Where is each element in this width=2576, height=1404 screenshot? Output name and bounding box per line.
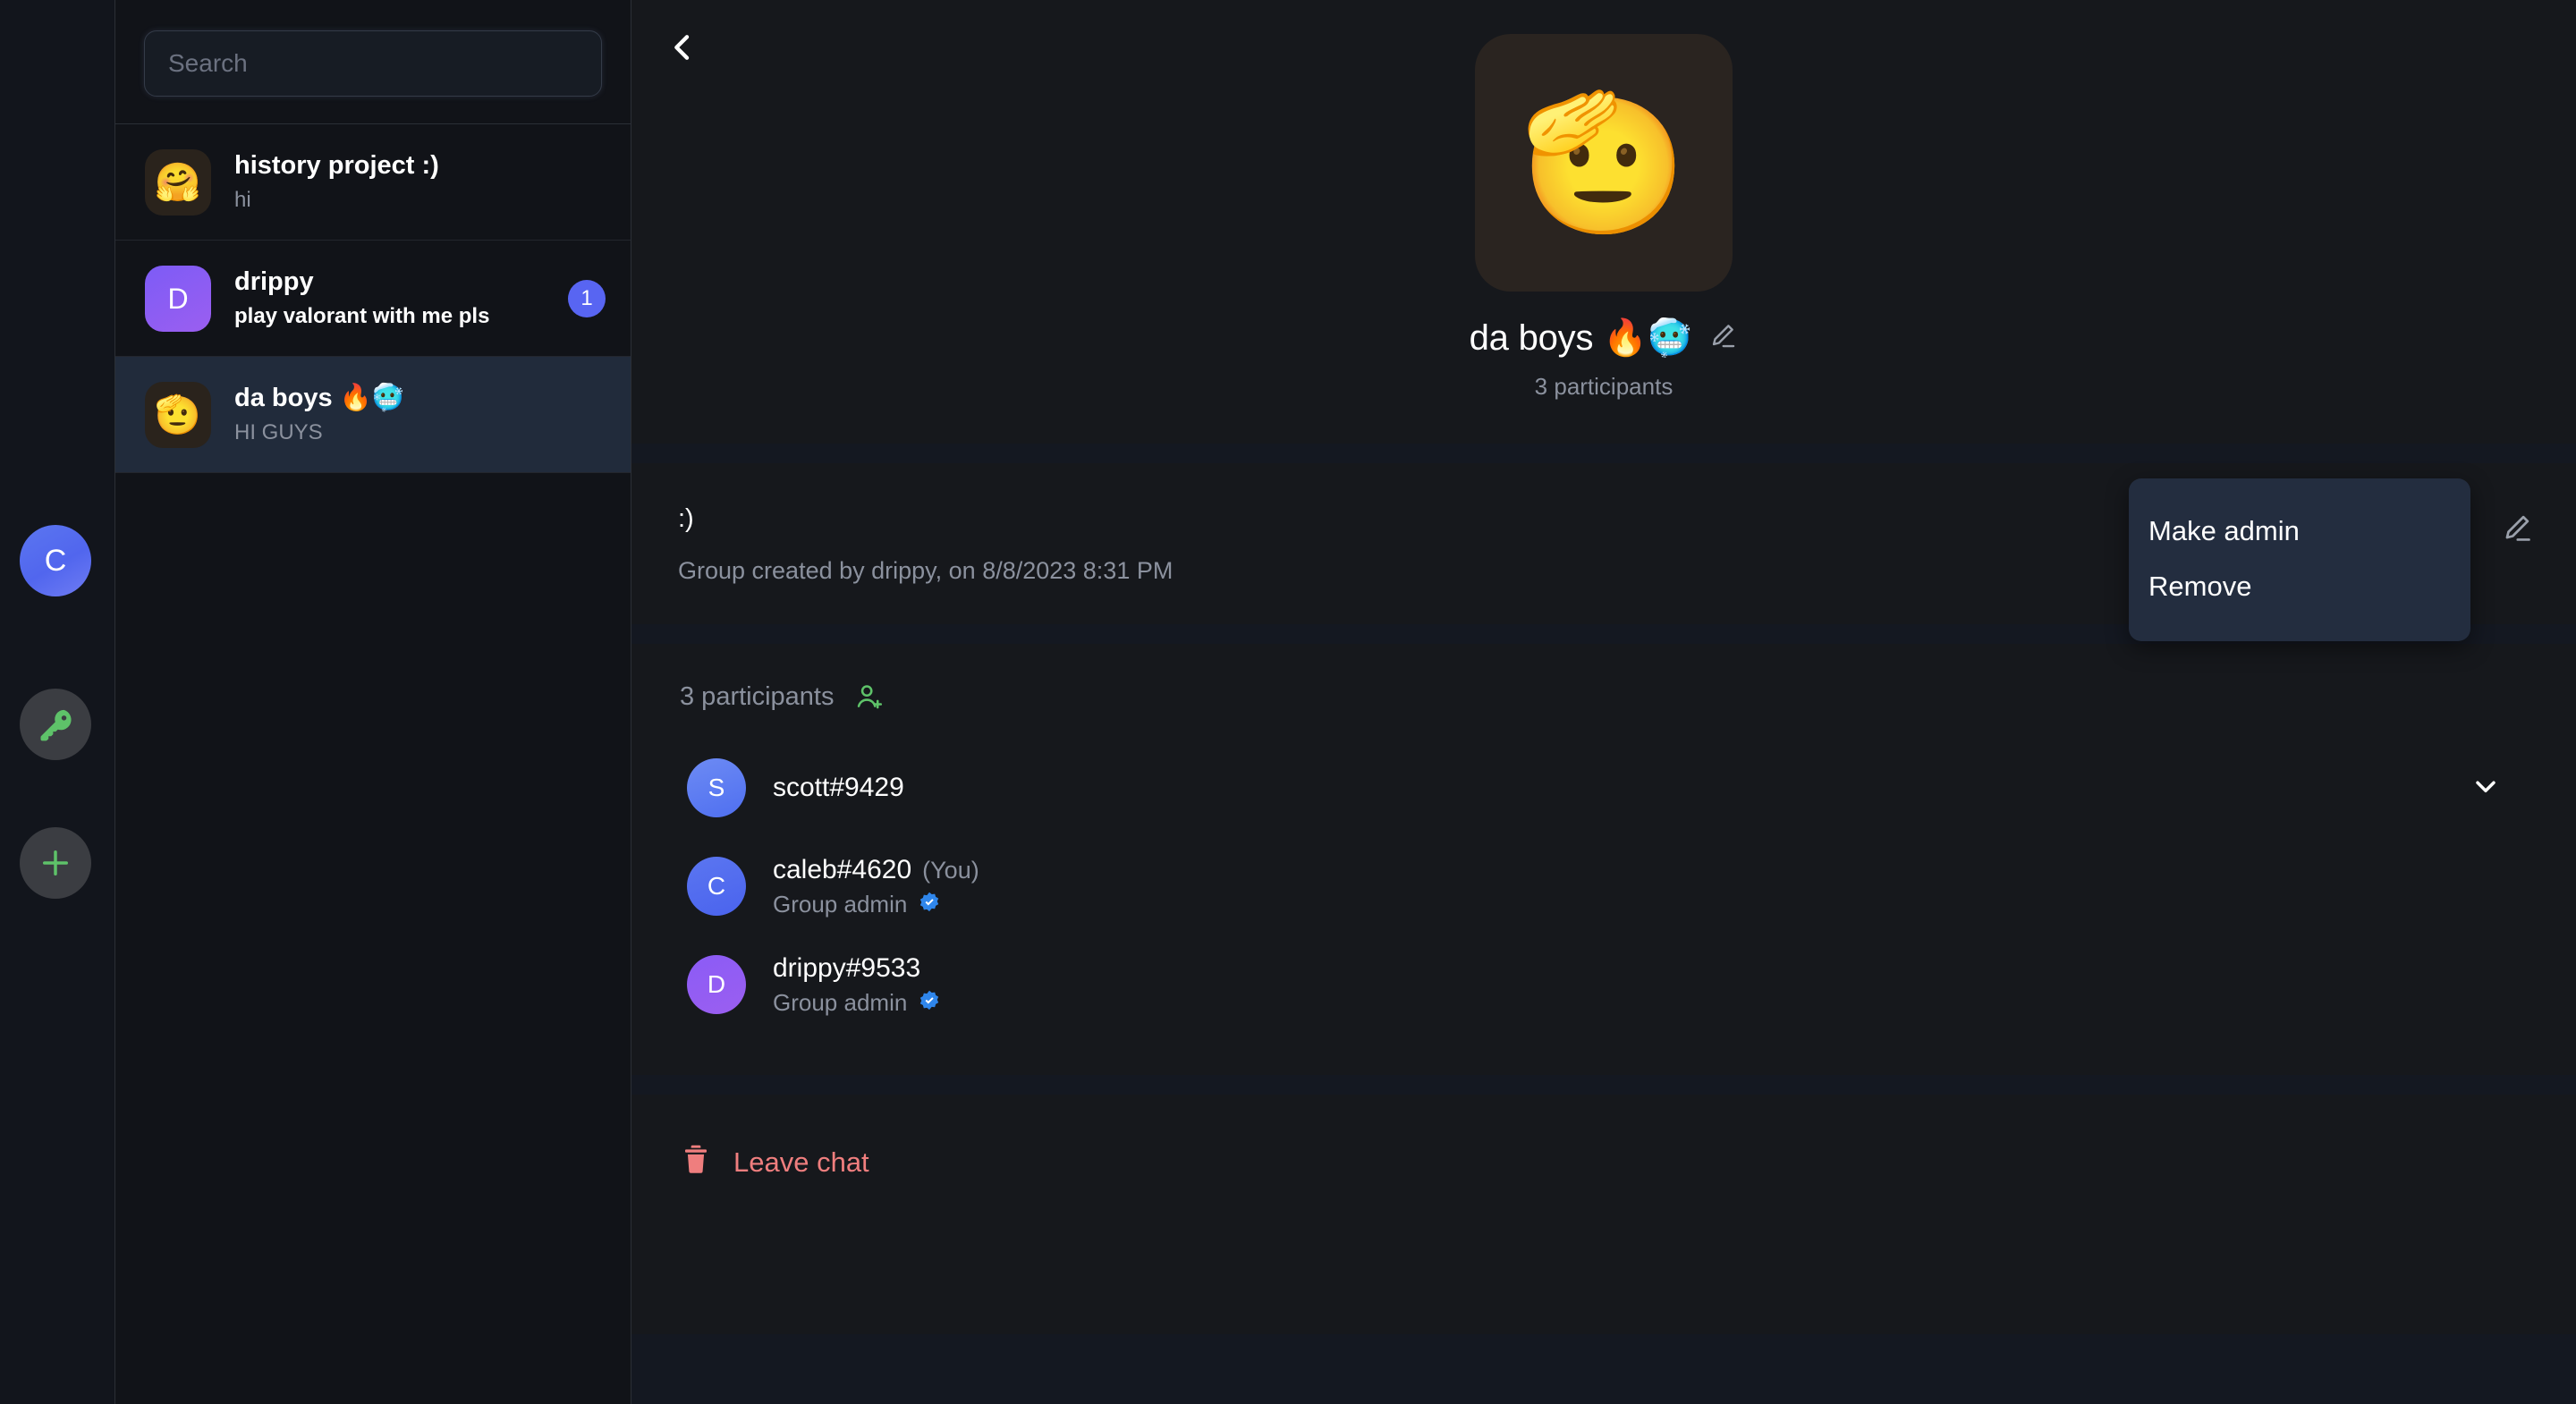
participant-name: drippy#9533 (773, 952, 921, 983)
chat-item-title: history project :) (234, 151, 439, 181)
chevron-left-icon (665, 30, 700, 70)
participant-options-button[interactable] (2462, 764, 2510, 812)
leave-chat-label: Leave chat (733, 1146, 869, 1178)
group-participants-caption: 3 participants (1534, 373, 1674, 400)
chat-avatar: 🤗 (145, 148, 211, 216)
chevron-down-icon (2470, 770, 2502, 807)
context-menu-item-make-admin[interactable]: Make admin (2129, 503, 2470, 559)
chat-avatar: 🫡 (145, 381, 211, 448)
participant-name: caleb#4620 (773, 854, 912, 884)
chat-list-item-da-boys[interactable]: 🫡 da boys 🔥🥶 HI GUYS (115, 357, 631, 473)
rail-add-button[interactable] (20, 827, 91, 899)
participant-avatar: D (687, 955, 746, 1014)
chat-item-meta: drippy play valorant with me pls (234, 266, 568, 330)
chat-item-preview: HI GUYS (234, 419, 323, 444)
participant-name-line: scott#9429 (773, 773, 904, 803)
chat-avatar: D (145, 265, 211, 332)
participant-avatar: C (687, 857, 746, 916)
key-icon (36, 705, 75, 744)
chat-avatar-initial: D (167, 282, 189, 315)
chat-item-title: da boys 🔥🥶 (234, 384, 404, 413)
participant-avatar-initial: D (707, 970, 726, 998)
chat-item-preview: hi (234, 187, 251, 212)
section-divider (631, 444, 2576, 463)
bottom-spacer (631, 1334, 2576, 1404)
chat-list-sidebar: 🤗 history project :) hi D drippy play va… (114, 0, 631, 1404)
participant-context-menu: Make admin Remove (2129, 478, 2470, 641)
participants-heading-row: 3 participants (680, 681, 2529, 712)
verified-admin-badge-icon (918, 989, 941, 1017)
participant-info: drippy#9533 Group admin (773, 953, 941, 1017)
participant-name: scott#9429 (773, 773, 904, 802)
leave-chat-section: Leave chat (631, 1095, 2576, 1188)
hugging-face-emoji-icon: 🤗 (154, 160, 202, 203)
search-input[interactable] (144, 30, 602, 97)
saluting-face-emoji-icon: 🫡 (1520, 88, 1688, 238)
participant-role: Group admin (773, 988, 908, 1016)
verified-admin-badge-icon (918, 891, 941, 918)
participant-role-line: Group admin (773, 989, 941, 1017)
rail-key-button[interactable] (20, 689, 91, 760)
group-header: 🫡 da boys 🔥🥶 3 participants (631, 0, 2576, 401)
participant-you-label: (You) (922, 856, 979, 884)
chat-list-item-drippy[interactable]: D drippy play valorant with me pls 1 (115, 241, 631, 357)
participant-avatar-initial: C (707, 872, 726, 900)
participants-list: S scott#9429 C caleb#4620 (You) Group ad… (678, 739, 2529, 1034)
participant-row-caleb[interactable]: C caleb#4620 (You) Group admin (678, 837, 2529, 935)
plus-icon (37, 844, 74, 882)
participant-row-scott[interactable]: S scott#9429 (678, 739, 2529, 837)
leave-chat-button[interactable]: Leave chat (678, 1138, 873, 1188)
chat-item-meta: da boys 🔥🥶 HI GUYS (234, 383, 606, 446)
unread-badge: 1 (568, 279, 606, 317)
back-button[interactable] (649, 16, 716, 82)
trash-icon (682, 1143, 710, 1182)
add-participant-icon[interactable] (854, 681, 885, 712)
search-container (115, 0, 631, 124)
group-name: da boys 🔥🥶 (1469, 318, 1692, 358)
participant-role: Group admin (773, 890, 908, 918)
chat-item-title: drippy (234, 267, 314, 297)
context-menu-item-remove[interactable]: Remove (2129, 559, 2470, 614)
group-name-row: da boys 🔥🥶 (631, 317, 2576, 359)
chat-app-window: C 🤗 history projec (0, 0, 2576, 1404)
participant-row-drippy[interactable]: D drippy#9533 Group admin (678, 935, 2529, 1034)
participant-name-line: caleb#4620 (You) (773, 855, 979, 885)
chat-item-preview: play valorant with me pls (234, 303, 490, 328)
participant-role-line: Group admin (773, 891, 979, 918)
group-info-panel: 🫡 da boys 🔥🥶 3 participants :) Group cre… (631, 0, 2576, 1404)
participant-avatar-initial: S (708, 774, 725, 801)
participants-heading: 3 participants (680, 681, 835, 711)
participant-avatar: S (687, 758, 746, 817)
chat-list-item-history-project[interactable]: 🤗 history project :) hi (115, 124, 631, 241)
avatar-initial: C (44, 543, 67, 578)
rail-user-avatar[interactable]: C (20, 525, 91, 596)
participant-name-line: drippy#9533 (773, 953, 941, 984)
group-avatar[interactable]: 🫡 (1475, 34, 1733, 292)
chat-item-meta: history project :) hi (234, 150, 606, 214)
participants-section: 3 participants S scott#9429 C caleb#4620… (631, 644, 2576, 1075)
saluting-face-emoji-icon: 🫡 (154, 393, 202, 436)
pencil-icon (2500, 511, 2534, 549)
section-divider (631, 1075, 2576, 1095)
participant-info: scott#9429 (773, 773, 904, 803)
edit-group-name-icon[interactable] (1707, 320, 1738, 355)
left-rail: C (0, 0, 114, 1404)
edit-description-button[interactable] (2492, 504, 2542, 554)
participant-info: caleb#4620 (You) Group admin (773, 855, 979, 918)
